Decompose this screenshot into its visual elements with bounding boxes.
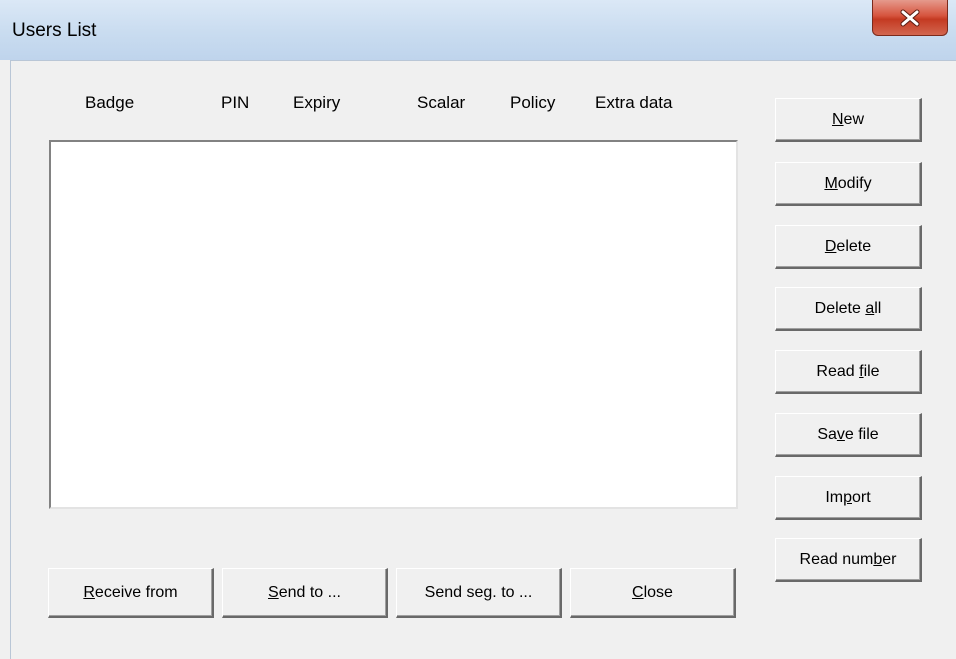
title-bar[interactable]: Users List	[0, 0, 956, 60]
read-file-button[interactable]: Read file	[775, 350, 922, 394]
read-file-button-label: Read file	[816, 362, 880, 380]
send-to-button-label: Send to ...	[268, 583, 341, 601]
close-icon	[900, 9, 920, 26]
send-segment-to-button-label: Send seg. to ...	[424, 583, 533, 601]
delete-button-label: Delete	[824, 237, 872, 255]
column-header-badge: Badge	[85, 93, 135, 112]
modify-button[interactable]: Modify	[775, 162, 922, 206]
read-number-button-label: Read number	[799, 550, 897, 568]
receive-from-button-label: Receive from	[83, 583, 178, 601]
delete-all-button-label: Delete all	[814, 299, 882, 317]
column-header-extra-data: Extra data	[595, 93, 673, 112]
close-window-button[interactable]	[872, 0, 948, 36]
column-header-pin: PIN	[221, 93, 250, 112]
new-button[interactable]: New	[775, 98, 922, 142]
new-button-label: New	[831, 110, 864, 128]
save-file-button-label: Save file	[817, 425, 879, 443]
column-header-policy: Policy	[510, 93, 556, 112]
delete-button[interactable]: Delete	[775, 225, 922, 269]
import-button-label: Import	[825, 488, 871, 506]
save-file-button[interactable]: Save file	[775, 413, 922, 457]
receive-from-button[interactable]: Receive from	[48, 568, 214, 618]
delete-all-button[interactable]: Delete all	[775, 287, 922, 331]
close-button-label: Close	[632, 583, 673, 601]
read-number-button[interactable]: Read number	[775, 538, 922, 582]
users-listbox[interactable]	[49, 140, 738, 509]
users-list-window: Users List Badge PIN Expiry Scalar Polic…	[0, 0, 956, 659]
import-button[interactable]: Import	[775, 476, 922, 520]
send-to-button[interactable]: Send to ...	[222, 568, 388, 618]
column-header-scalar: Scalar	[417, 93, 466, 112]
send-segment-to-button[interactable]: Send seg. to ...	[396, 568, 562, 618]
close-button[interactable]: Close	[570, 568, 736, 618]
window-title: Users List	[12, 20, 97, 41]
column-header-expiry: Expiry	[293, 93, 341, 112]
modify-button-label: Modify	[824, 174, 872, 192]
